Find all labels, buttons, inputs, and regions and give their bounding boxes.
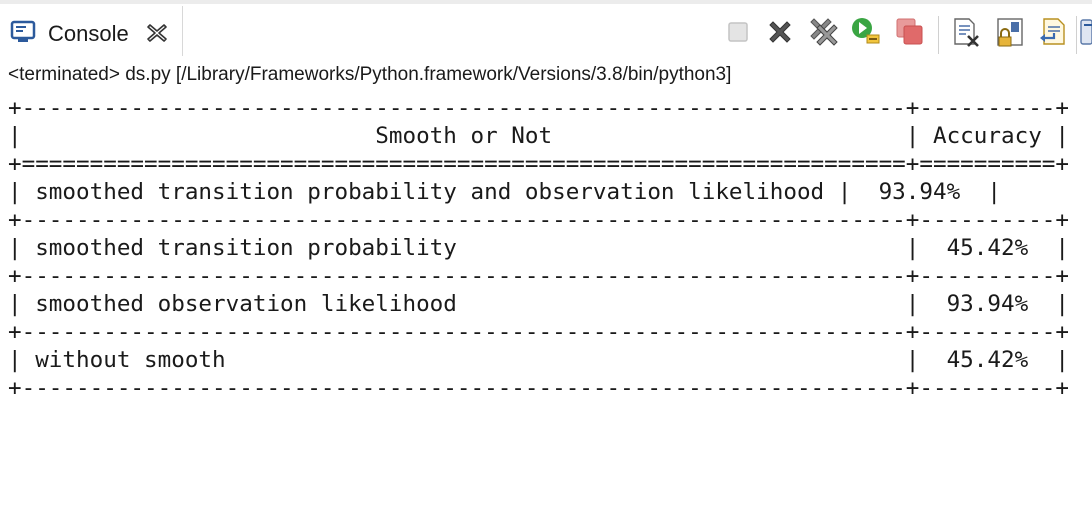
console-line: | without smooth | 45.42% | bbox=[8, 347, 1070, 373]
relaunch-button[interactable] bbox=[848, 14, 884, 54]
clear-console-icon bbox=[950, 16, 982, 53]
console-line: +---------------------------------------… bbox=[8, 375, 1070, 401]
tab-title: Console bbox=[48, 21, 129, 46]
tab-console[interactable]: Console bbox=[0, 6, 183, 56]
relaunch-icon bbox=[849, 15, 883, 54]
stop-icon bbox=[726, 20, 750, 49]
console-line: +=======================================… bbox=[8, 151, 1070, 177]
remove-launch-button[interactable] bbox=[762, 14, 798, 54]
process-status-label: <terminated> ds.py [/Library/Frameworks/… bbox=[8, 64, 732, 85]
remove-x-icon bbox=[765, 17, 795, 52]
disconnect-button[interactable] bbox=[892, 14, 928, 54]
console-line: +---------------------------------------… bbox=[8, 95, 1070, 121]
toolbar-separator bbox=[938, 16, 939, 54]
remove-all-terminated-button[interactable] bbox=[806, 14, 842, 54]
console-line: +---------------------------------------… bbox=[8, 319, 1070, 345]
display-console-icon bbox=[1080, 16, 1092, 53]
console-line: | smoothed transition probability and ob… bbox=[8, 179, 1001, 205]
console-output[interactable]: +---------------------------------------… bbox=[8, 94, 1069, 402]
remove-all-icon bbox=[807, 15, 841, 54]
console-line: | smoothed transition probability | 45.4… bbox=[8, 235, 1070, 261]
console-icon bbox=[10, 20, 38, 44]
toolbar-separator bbox=[1076, 16, 1077, 54]
close-icon[interactable] bbox=[146, 22, 168, 44]
console-line: | smoothed observation likelihood | 93.9… bbox=[8, 291, 1070, 317]
word-wrap-icon bbox=[1038, 16, 1070, 53]
terminate-button[interactable] bbox=[720, 14, 756, 54]
scroll-lock-icon bbox=[994, 16, 1026, 53]
console-line: | Smooth or Not | Accuracy | bbox=[8, 123, 1070, 149]
clear-console-button[interactable] bbox=[948, 14, 984, 54]
scroll-lock-button[interactable] bbox=[992, 14, 1028, 54]
disconnect-icon bbox=[894, 16, 926, 53]
console-line: +---------------------------------------… bbox=[8, 263, 1070, 289]
console-line: +---------------------------------------… bbox=[8, 207, 1070, 233]
display-console-button[interactable] bbox=[1080, 14, 1092, 54]
console-view-header: Console bbox=[0, 4, 1092, 58]
console-toolbar bbox=[720, 14, 1092, 58]
word-wrap-button[interactable] bbox=[1036, 14, 1072, 54]
